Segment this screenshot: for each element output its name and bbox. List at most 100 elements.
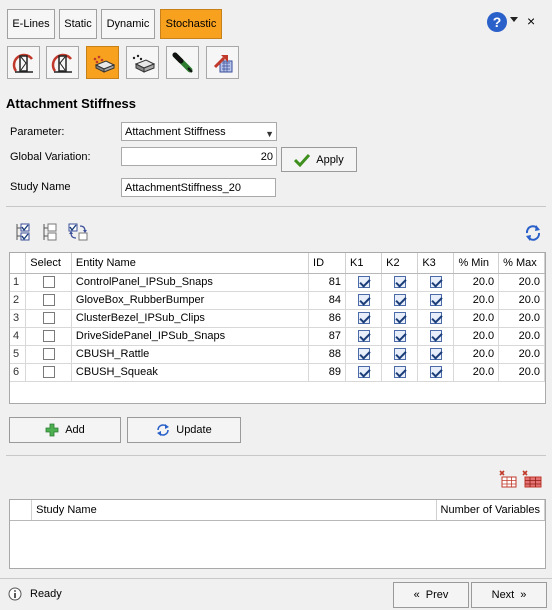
k2-checkbox[interactable] xyxy=(393,312,406,325)
export-report-button[interactable] xyxy=(206,46,239,79)
chevron-down-icon: ▼ xyxy=(265,129,274,139)
column-header-min[interactable]: % Min xyxy=(453,253,500,274)
select-checkbox[interactable] xyxy=(42,348,55,361)
k2-checkbox[interactable] xyxy=(393,330,406,343)
k2-checkbox[interactable] xyxy=(393,276,406,289)
tab-label: Stochastic xyxy=(165,18,217,30)
table-row[interactable]: 3 ClusterBezel_IPSub_Clips 86 20.0 20.0 xyxy=(10,309,545,328)
table-row[interactable]: 5 CBUSH_Rattle 88 20.0 20.0 xyxy=(10,345,545,364)
entity-id: 81 xyxy=(308,273,347,292)
attachment-points-button[interactable] xyxy=(86,46,119,79)
max-percent[interactable]: 20.0 xyxy=(498,345,545,364)
row-number: 5 xyxy=(10,345,27,364)
max-percent[interactable]: 20.0 xyxy=(498,291,545,310)
column-header-entity-name[interactable]: Entity Name xyxy=(71,253,310,274)
min-percent[interactable]: 20.0 xyxy=(453,327,500,346)
study-name-input[interactable]: AttachmentStiffness_20 xyxy=(121,178,276,197)
k2-checkbox[interactable] xyxy=(393,366,406,379)
entity-id: 84 xyxy=(308,291,347,310)
apply-button[interactable]: Apply xyxy=(281,147,357,172)
k1-checkbox[interactable] xyxy=(357,330,370,343)
k2-checkbox[interactable] xyxy=(393,294,406,307)
tab-dynamic[interactable]: Dynamic xyxy=(101,9,155,39)
fatigue-gauge-icon xyxy=(12,53,33,73)
double-chevron-right-icon: » xyxy=(520,589,527,601)
table-row[interactable]: 4 DriveSidePanel_IPSub_Snaps 87 20.0 20.… xyxy=(10,327,545,346)
k3-checkbox[interactable] xyxy=(429,348,442,361)
parameter-select[interactable]: Attachment Stiffness ▼ xyxy=(121,122,277,141)
select-checkbox[interactable] xyxy=(42,276,55,289)
refresh-icon[interactable] xyxy=(524,224,542,242)
fatigue-gauge-alt-button[interactable] xyxy=(46,46,79,79)
select-checkbox[interactable] xyxy=(42,330,55,343)
apply-label: Apply xyxy=(316,153,344,166)
tab-label: Static xyxy=(64,18,92,30)
add-button[interactable]: Add xyxy=(9,417,121,443)
fatigue-gauge-alt-icon xyxy=(51,53,72,73)
k3-checkbox[interactable] xyxy=(429,366,442,379)
select-checkbox[interactable] xyxy=(42,294,55,307)
table-row[interactable]: 6 CBUSH_Squeak 89 20.0 20.0 xyxy=(10,363,545,382)
k3-checkbox[interactable] xyxy=(429,312,442,325)
column-header-select[interactable]: Select xyxy=(25,253,72,274)
max-percent[interactable]: 20.0 xyxy=(498,363,545,382)
tab-stochastic[interactable]: Stochastic xyxy=(160,9,222,39)
k2-checkbox[interactable] xyxy=(393,348,406,361)
help-dropdown-icon[interactable] xyxy=(510,17,518,22)
attachments-table[interactable]: Select Entity Name ID K1 K2 K3 % Min % M… xyxy=(9,252,546,404)
k1-checkbox[interactable] xyxy=(357,294,370,307)
max-percent[interactable]: 20.0 xyxy=(498,309,545,328)
update-button[interactable]: Update xyxy=(127,417,241,443)
column-header-number-of-variables[interactable]: Number of Variables xyxy=(436,500,545,521)
fatigue-gauge-button[interactable] xyxy=(7,46,40,79)
help-icon[interactable]: ? xyxy=(487,12,507,32)
divider xyxy=(6,206,546,207)
info-icon xyxy=(8,587,22,601)
column-header-k3[interactable]: K3 xyxy=(417,253,455,274)
min-percent[interactable]: 20.0 xyxy=(453,291,500,310)
tab-e-lines[interactable]: E-Lines xyxy=(7,9,55,39)
min-percent[interactable]: 20.0 xyxy=(453,309,500,328)
max-percent[interactable]: 20.0 xyxy=(498,327,545,346)
probe-tool-icon xyxy=(172,52,193,73)
stiffness-block-button[interactable] xyxy=(126,46,159,79)
invert-selection-icon[interactable] xyxy=(67,222,89,242)
close-icon[interactable]: × xyxy=(527,13,535,29)
tab-static[interactable]: Static xyxy=(59,9,97,39)
delete-study-icon[interactable] xyxy=(498,469,518,489)
column-header-study-name[interactable]: Study Name xyxy=(31,500,437,521)
k3-checkbox[interactable] xyxy=(429,294,442,307)
select-all-icon[interactable] xyxy=(14,222,32,242)
global-variation-value: 20 xyxy=(260,151,273,163)
row-number: 2 xyxy=(10,291,27,310)
probe-tool-button[interactable] xyxy=(166,46,199,79)
column-header-k2[interactable]: K2 xyxy=(381,253,419,274)
k3-checkbox[interactable] xyxy=(429,330,442,343)
min-percent[interactable]: 20.0 xyxy=(453,345,500,364)
k1-checkbox[interactable] xyxy=(357,366,370,379)
max-percent[interactable]: 20.0 xyxy=(498,273,545,292)
column-header-max[interactable]: % Max xyxy=(498,253,545,274)
row-number: 6 xyxy=(10,363,27,382)
delete-all-studies-icon[interactable] xyxy=(521,469,543,489)
table-row[interactable]: 1 ControlPanel_IPSub_Snaps 81 20.0 20.0 xyxy=(10,273,545,292)
prev-button[interactable]: « Prev xyxy=(393,582,469,608)
select-checkbox[interactable] xyxy=(42,312,55,325)
k3-checkbox[interactable] xyxy=(429,276,442,289)
column-header-k1[interactable]: K1 xyxy=(345,253,383,274)
entity-id: 89 xyxy=(308,363,347,382)
k1-checkbox[interactable] xyxy=(357,312,370,325)
min-percent[interactable]: 20.0 xyxy=(453,363,500,382)
min-percent[interactable]: 20.0 xyxy=(453,273,500,292)
entity-id: 86 xyxy=(308,309,347,328)
studies-table[interactable]: Study Name Number of Variables xyxy=(9,499,546,569)
select-checkbox[interactable] xyxy=(42,366,55,379)
k1-checkbox[interactable] xyxy=(357,276,370,289)
k1-checkbox[interactable] xyxy=(357,348,370,361)
global-variation-input[interactable]: 20 xyxy=(121,147,277,166)
refresh-icon xyxy=(157,424,170,436)
next-button[interactable]: Next » xyxy=(471,582,547,608)
deselect-all-icon[interactable] xyxy=(41,222,59,242)
table-row[interactable]: 2 GloveBox_RubberBumper 84 20.0 20.0 xyxy=(10,291,545,310)
column-header-id[interactable]: ID xyxy=(308,253,347,274)
